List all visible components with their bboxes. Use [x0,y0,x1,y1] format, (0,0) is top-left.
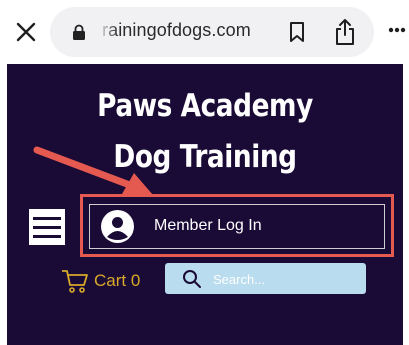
member-login-label: Member Log In [154,217,262,234]
cart-link[interactable]: Cart 0 [94,271,140,291]
browser-toolbar: rainingofdogs.com [0,0,409,64]
address-bar[interactable]: rainingofdogs.com [50,7,374,57]
member-login-button[interactable]: Member Log In [89,204,385,249]
search-input[interactable] [213,268,358,290]
search-icon [183,270,201,288]
site-title-line1: Paws Academy [97,88,313,124]
url-fade [98,17,118,47]
search-box[interactable] [165,263,366,294]
bookmark-icon[interactable] [288,21,306,43]
menu-icon[interactable] [29,209,65,245]
cart-icon[interactable] [61,268,89,294]
site-title-line2: Dog Training [113,139,297,175]
lock-icon [73,24,85,40]
site-header: Paws Academy Dog Training Member Log In … [7,64,403,345]
close-icon[interactable] [14,20,38,44]
more-icon[interactable] [388,27,406,33]
url-text: rainingofdogs.com [102,20,251,40]
share-icon[interactable] [334,18,356,46]
user-avatar-icon [101,210,134,243]
